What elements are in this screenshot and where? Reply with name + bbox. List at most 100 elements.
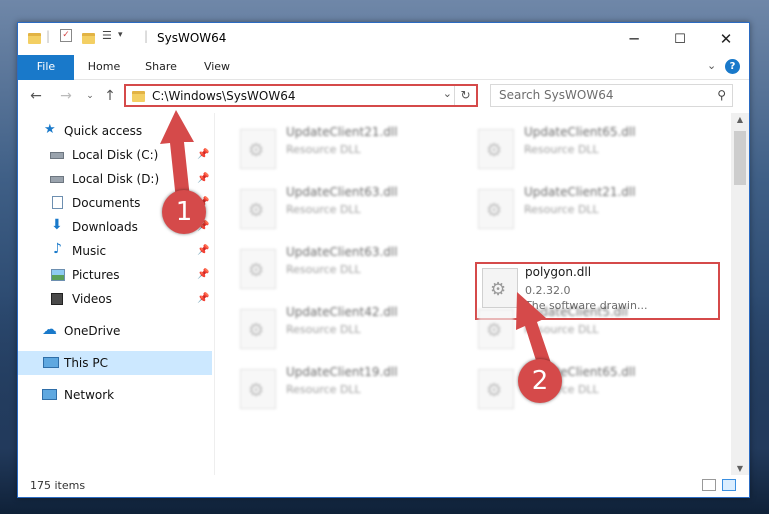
scroll-thumb[interactable] [734,131,746,185]
file-type: Resource DLL [524,203,599,216]
step-2-callout: 2 [518,359,562,403]
sidebar-item-this-pc[interactable]: This PC [18,351,212,375]
file-type: Resource DLL [286,143,361,156]
new-folder-icon[interactable] [82,33,95,44]
file-name: UpdateClient63.dll [286,245,398,259]
customize-icon[interactable]: ☰ [102,29,112,45]
sidebar-item-music[interactable]: ♪ Music 📌 [18,239,212,263]
expand-ribbon-icon[interactable]: ⌄ [707,59,716,72]
folder-icon [132,91,145,102]
back-arrow-icon[interactable]: ← [26,86,46,106]
file-name: UpdateClient63.dll [286,185,398,199]
search-input[interactable]: Search SysWOW64 [499,88,613,102]
refresh-icon[interactable]: ↻ [454,86,476,105]
file-item[interactable]: UpdateClient63.dll Resource DLL [215,243,435,293]
file-item[interactable]: UpdateClient65.dll Resource DLL [453,363,673,413]
dll-file-icon [478,309,514,349]
dll-file-icon [482,268,518,308]
file-name: UpdateClient65.dll [524,125,636,139]
scroll-up-icon[interactable]: ▲ [731,115,749,124]
onedrive-icon: ☁ [42,320,57,338]
file-list: UpdateClient21.dll Resource DLL UpdateCl… [215,113,731,475]
file-item[interactable]: UpdateClient42.dll Resource DLL [215,303,435,353]
sidebar-item-local-disk-d[interactable]: Local Disk (D:) 📌 [18,167,212,191]
file-item[interactable]: UpdateClient19.dll Resource DLL [215,363,435,413]
pin-icon[interactable]: 📌 [197,239,209,263]
sidebar-item-pictures[interactable]: Pictures 📌 [18,263,212,287]
status-bar: 175 items [18,475,749,497]
title-bar: | ✓ ☰ ▾ | SysWOW64 ─ ☐ ✕ [18,23,749,55]
explorer-window: | ✓ ☰ ▾ | SysWOW64 ─ ☐ ✕ File Home Share… [17,22,750,498]
tab-view[interactable]: View [192,55,242,79]
ribbon: File Home Share View ⌄ ? [18,55,749,105]
search-icon[interactable]: ⚲ [717,88,726,102]
file-name: UpdateClient5.dll [524,305,628,319]
documents-icon [52,196,63,209]
up-arrow-icon[interactable]: ↑ [100,86,120,106]
folder-icon [28,33,41,44]
file-type: Resource DLL [286,323,361,336]
pin-icon[interactable]: 📌 [197,263,209,287]
address-path[interactable]: C:\Windows\SysWOW64 [152,89,296,103]
recent-locations-icon[interactable]: ⌄ [80,86,100,106]
address-dropdown-icon[interactable]: ⌄ [443,87,452,100]
pin-icon[interactable]: 📌 [197,143,209,167]
dll-file-icon [478,129,514,169]
file-name: UpdateClient21.dll [524,185,636,199]
file-type: Resource DLL [286,203,361,216]
dll-file-icon [478,369,514,409]
file-item[interactable]: UpdateClient5.dll Resource DLL [453,303,673,353]
file-type: Resource DLL [524,143,599,156]
file-name: UpdateClient42.dll [286,305,398,319]
file-type: Resource DLL [524,323,599,336]
sidebar-item-local-disk-c[interactable]: Local Disk (C:) 📌 [18,143,212,167]
navigation-pane: ★ Quick access Local Disk (C:) 📌 Local D… [18,113,215,475]
minimize-button[interactable]: ─ [611,23,657,55]
file-name: UpdateClient19.dll [286,365,398,379]
navigation-bar: ← → ⌄ ↑ C:\Windows\SysWOW64 ⌄ ↻ Search S… [18,80,749,112]
search-box[interactable]: Search SysWOW64 ⚲ [490,84,733,107]
drive-icon [50,176,64,183]
details-view-icon[interactable] [702,479,716,491]
sidebar-item-videos[interactable]: Videos 📌 [18,287,212,311]
network-icon [42,389,57,400]
dll-file-icon [240,249,276,289]
star-icon: ★ [44,122,56,137]
properties-icon[interactable]: ✓ [60,29,72,42]
close-button[interactable]: ✕ [703,23,749,55]
sidebar-item-onedrive[interactable]: ☁ OneDrive [18,319,212,343]
file-item[interactable]: UpdateClient21.dll Resource DLL [215,123,435,173]
dll-file-icon [240,369,276,409]
tab-home[interactable]: Home [78,55,130,79]
music-icon: ♪ [53,241,62,257]
vertical-scrollbar[interactable]: ▲ ▼ [731,113,749,475]
file-name: UpdateClient21.dll [286,125,398,139]
file-item[interactable]: UpdateClient63.dll Resource DLL [215,183,435,233]
computer-icon [43,357,59,368]
separator: | [46,29,51,43]
dll-file-icon [240,129,276,169]
drive-icon [50,152,64,159]
maximize-button[interactable]: ☐ [657,23,703,55]
item-count: 175 items [30,479,86,492]
address-bar[interactable]: C:\Windows\SysWOW64 ⌄ ↻ [124,84,478,107]
scroll-down-icon[interactable]: ▼ [731,464,749,473]
quick-access-dropdown-icon[interactable]: ▾ [118,30,123,46]
sidebar-item-network[interactable]: Network [18,383,212,407]
file-item[interactable]: UpdateClient21.dll Resource DLL [453,183,673,233]
large-icons-view-icon[interactable] [722,479,736,491]
pin-icon[interactable]: 📌 [197,287,209,311]
file-name: polygon.dll [525,265,592,279]
file-type: Resource DLL [286,383,361,396]
file-type: Resource DLL [286,263,361,276]
downloads-icon: ⬇ [51,217,63,233]
tab-share[interactable]: Share [134,55,188,79]
pin-icon[interactable]: 📌 [197,167,209,191]
forward-arrow-icon[interactable]: → [56,86,76,106]
help-icon[interactable]: ? [725,59,740,74]
step-1-callout: 1 [162,190,206,234]
separator: | [144,29,149,43]
sidebar-item-quick-access[interactable]: ★ Quick access [18,119,212,143]
pictures-icon [51,269,65,281]
file-item[interactable]: UpdateClient65.dll Resource DLL [453,123,673,173]
